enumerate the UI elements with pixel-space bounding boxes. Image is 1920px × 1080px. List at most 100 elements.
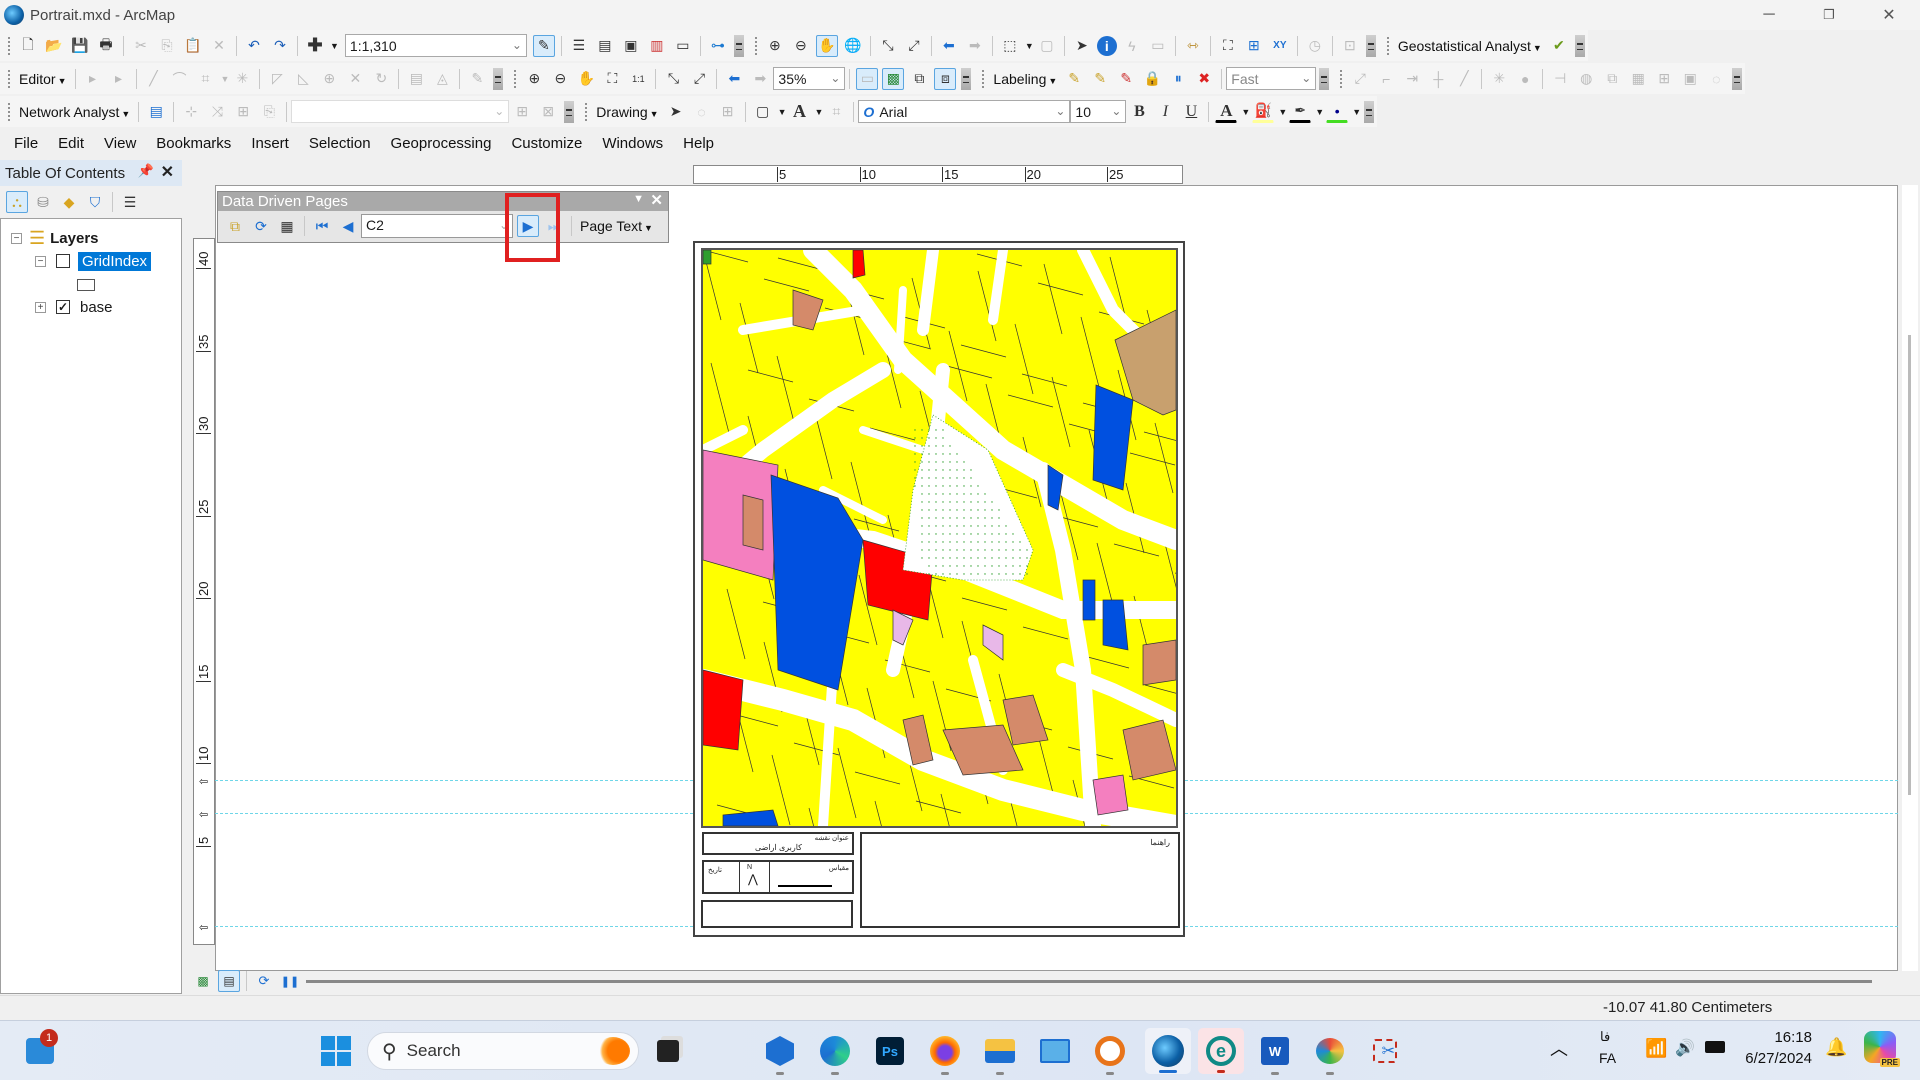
- font-color-dropdown-icon[interactable]: ▼: [1241, 107, 1250, 117]
- start-button[interactable]: [316, 1031, 356, 1071]
- guide-handle-icon[interactable]: ⇦: [199, 808, 208, 821]
- directions-icon[interactable]: ⎘: [258, 101, 280, 123]
- text-icon[interactable]: A: [789, 101, 811, 123]
- ddp-setup-icon[interactable]: ⧉: [224, 215, 246, 237]
- taskbar-app-word[interactable]: W: [1255, 1031, 1295, 1075]
- zoom-100-icon[interactable]: 1:1: [627, 68, 649, 90]
- select-features-icon[interactable]: ⬚: [999, 35, 1021, 57]
- copilot-icon[interactable]: PRE: [1864, 1031, 1900, 1067]
- refresh-view-icon[interactable]: ⟳: [253, 970, 275, 992]
- point-icon[interactable]: ✳: [231, 68, 253, 90]
- cut-polygons-icon[interactable]: ⊕: [318, 68, 340, 90]
- toolbar-grip[interactable]: [584, 101, 589, 122]
- smooth-icon[interactable]: ●: [1514, 68, 1536, 90]
- taskbar-app-file-explorer[interactable]: [980, 1031, 1020, 1075]
- wifi-icon[interactable]: 📶: [1645, 1038, 1667, 1059]
- ddp-refresh-icon[interactable]: ⟳: [250, 215, 272, 237]
- menu-windows[interactable]: Windows: [592, 135, 673, 152]
- merge-icon[interactable]: ▣: [1679, 68, 1701, 90]
- align-edge-icon[interactable]: ⊣: [1549, 68, 1571, 90]
- shape-dropdown-icon[interactable]: ▼: [778, 107, 787, 117]
- network-analysis-layer-combo[interactable]: ⌄: [291, 100, 510, 123]
- toolbar-options-icon[interactable]: [1732, 67, 1743, 90]
- volume-icon[interactable]: 🔊: [1675, 1038, 1695, 1058]
- list-by-visibility-icon[interactable]: ◆: [58, 191, 80, 213]
- delete-icon[interactable]: ✕: [208, 35, 230, 57]
- hyperlink-icon[interactable]: ϟ: [1121, 35, 1143, 57]
- edit-vertices-icon[interactable]: ◸: [266, 68, 288, 90]
- ddp-caption[interactable]: Data Driven Pages ▼ ✕: [218, 192, 668, 211]
- menu-file[interactable]: File: [0, 135, 48, 152]
- toolbar-options-icon[interactable]: [1364, 100, 1375, 123]
- notes-box[interactable]: [701, 900, 853, 928]
- show-hidden-icons-chevron-icon[interactable]: ︿: [1550, 1035, 1568, 1061]
- toolbar-options-icon[interactable]: [564, 100, 575, 123]
- layout-zoom-combo[interactable]: 35% ⌄: [773, 67, 846, 90]
- distribute-icon[interactable]: ▦: [1627, 68, 1649, 90]
- reshape-icon[interactable]: ◺: [292, 68, 314, 90]
- layout-forward-icon[interactable]: ➡: [749, 68, 771, 90]
- menu-customize[interactable]: Customize: [501, 135, 592, 152]
- geostat-wizard-icon[interactable]: ✔: [1548, 35, 1570, 57]
- taskbar-app-edge[interactable]: [815, 1031, 855, 1075]
- add-data-dropdown-icon[interactable]: ▼: [330, 41, 339, 51]
- zoom-to-elements-icon[interactable]: ⊞: [717, 101, 739, 123]
- ddp-attribute-table-icon[interactable]: ▦: [276, 215, 298, 237]
- select-elements-icon[interactable]: ➤: [1071, 35, 1093, 57]
- expand-icon[interactable]: +: [35, 301, 46, 313]
- scale-combo[interactable]: 1:1,310 ⌄: [344, 34, 527, 57]
- toggle-draft-mode-icon[interactable]: ▭: [856, 67, 879, 90]
- geostatistical-analyst-menu[interactable]: Geostatistical Analyst ▼: [1394, 38, 1546, 54]
- language-script[interactable]: فا: [1600, 1029, 1610, 1045]
- solve-icon[interactable]: ⊠: [537, 101, 559, 123]
- edit-annotation-icon[interactable]: ▸: [108, 68, 130, 90]
- modelbuilder-icon[interactable]: ⊶: [707, 35, 729, 57]
- fixed-zoom-in-icon[interactable]: ⤡: [877, 35, 899, 57]
- arc-segment-icon[interactable]: ⌒: [169, 68, 191, 90]
- copy-icon[interactable]: ⎘: [156, 35, 178, 57]
- identify-icon[interactable]: i: [1096, 35, 1117, 56]
- taskbar-app-control-panel[interactable]: [1035, 1031, 1075, 1071]
- undo-icon[interactable]: ↶: [243, 35, 265, 57]
- line-color-dropdown-icon[interactable]: ▼: [1315, 107, 1324, 117]
- new-document-icon[interactable]: 🗋: [17, 35, 39, 57]
- first-page-button[interactable]: ⏮: [311, 215, 333, 237]
- ddp-close-icon[interactable]: ✕: [650, 191, 663, 209]
- collapse-icon[interactable]: −: [35, 255, 46, 267]
- task-view-button[interactable]: [648, 1031, 688, 1071]
- marker-color-dropdown-icon[interactable]: ▼: [1352, 107, 1361, 117]
- taskbar-app-photoshop[interactable]: Ps: [870, 1031, 910, 1071]
- network-analyst-menu[interactable]: Network Analyst ▼: [15, 104, 134, 120]
- toolbar-options-icon[interactable]: [1319, 67, 1330, 90]
- options-icon[interactable]: ☰: [119, 191, 141, 213]
- widgets-button[interactable]: 1: [20, 1029, 60, 1071]
- buffer-icon[interactable]: ◍: [1575, 68, 1597, 90]
- generalize-icon[interactable]: ✳: [1488, 68, 1510, 90]
- time-slider-icon[interactable]: ◷: [1304, 35, 1326, 57]
- toolbar-grip[interactable]: [1385, 35, 1390, 56]
- list-by-source-icon[interactable]: ⛁: [32, 191, 54, 213]
- label-quality-combo[interactable]: Fast ⌄: [1226, 67, 1317, 90]
- pause-labeling-icon[interactable]: ⏸: [1167, 68, 1189, 90]
- layer-base[interactable]: + ✓ base: [35, 296, 113, 318]
- python-window-icon[interactable]: ▭: [672, 35, 694, 57]
- topology-edit-icon[interactable]: ⤢: [1349, 68, 1371, 90]
- select-dropdown-icon[interactable]: ▼: [1025, 41, 1034, 51]
- construction-tools-icon[interactable]: ⌗: [195, 68, 217, 90]
- fill-color-icon[interactable]: ⛽: [1252, 101, 1275, 123]
- fill-color-dropdown-icon[interactable]: ▼: [1278, 107, 1287, 117]
- create-network-location-icon[interactable]: ⊹: [180, 101, 202, 123]
- editor-toolbar-icon[interactable]: ✎: [532, 34, 555, 57]
- minimize-button[interactable]: ─: [1740, 0, 1798, 30]
- toolbar-grip[interactable]: [1339, 68, 1344, 89]
- close-button[interactable]: ✕: [1860, 0, 1918, 30]
- layers-data-frame[interactable]: − ☰ Layers: [11, 227, 99, 249]
- menu-edit[interactable]: Edit: [48, 135, 94, 152]
- label-priority-icon[interactable]: ✎: [1089, 68, 1111, 90]
- gridindex-symbol[interactable]: [77, 274, 95, 296]
- go-to-xy-icon[interactable]: XY: [1269, 35, 1291, 57]
- layout-fixed-zoom-out-icon[interactable]: ⤢: [688, 68, 710, 90]
- paste-icon[interactable]: 📋: [182, 35, 204, 57]
- toolbar-options-icon[interactable]: [1574, 34, 1585, 57]
- scale-north-date-box[interactable]: تاریخ N ⋀ مقیاس: [702, 860, 854, 894]
